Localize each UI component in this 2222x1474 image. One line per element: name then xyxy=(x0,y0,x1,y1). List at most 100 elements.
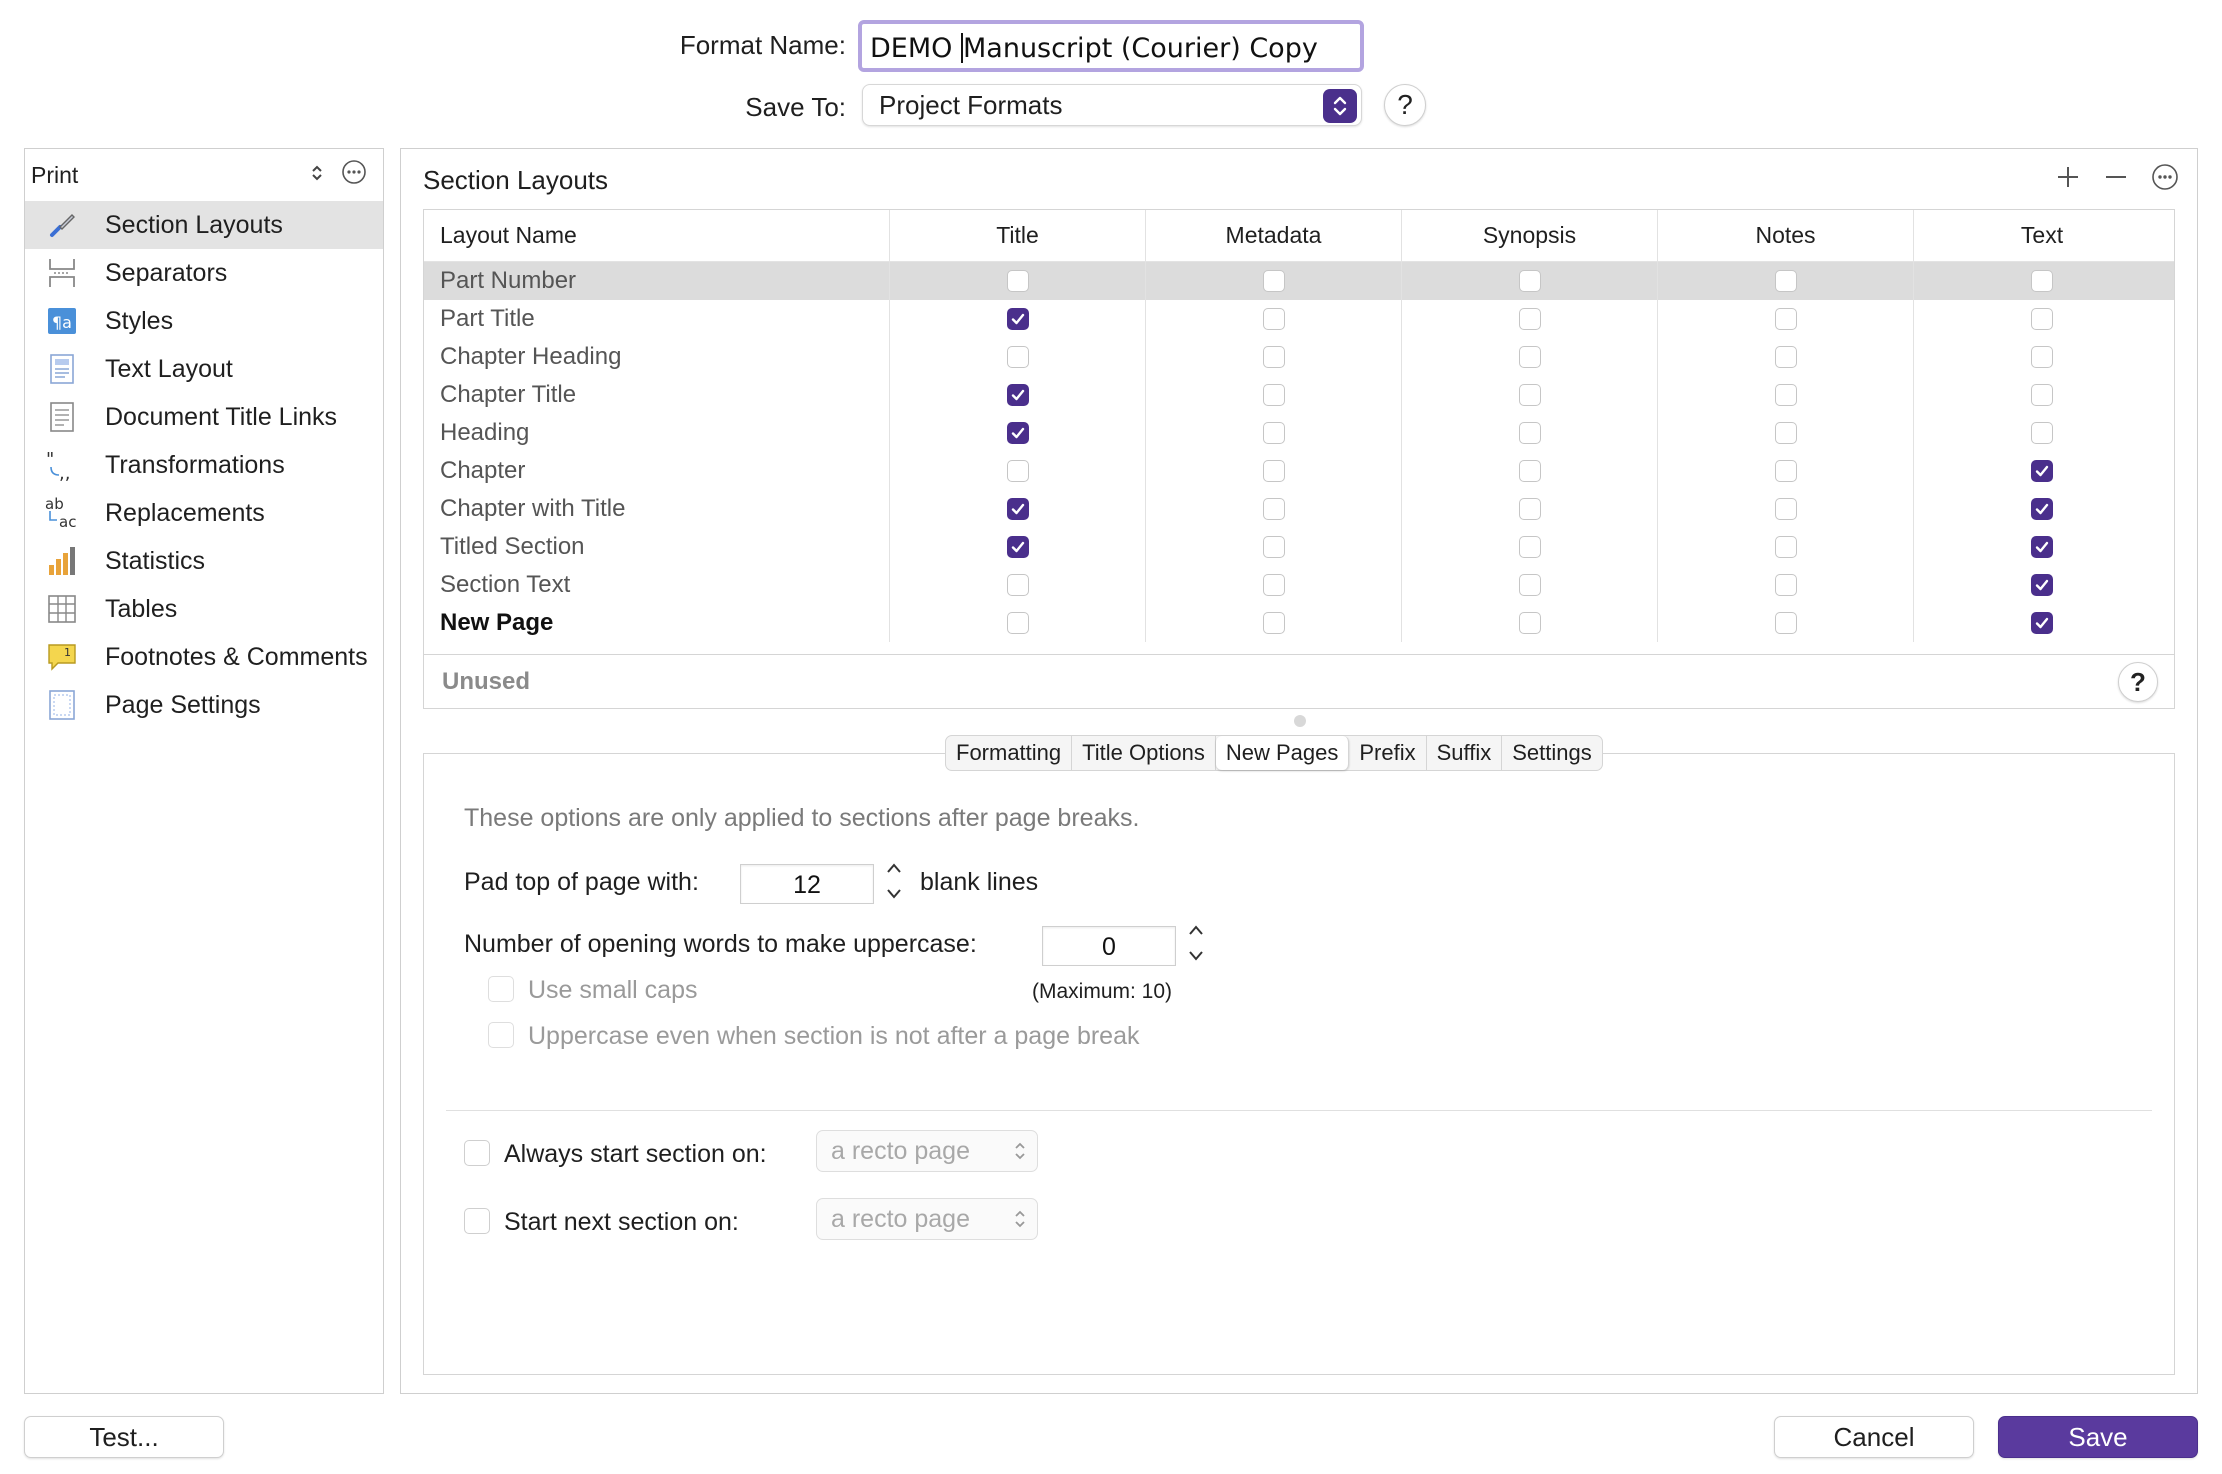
table-row[interactable]: Titled Section xyxy=(424,528,2174,566)
sidebar-item-page-settings[interactable]: Page Settings xyxy=(25,681,383,729)
uppercase-words-stepper[interactable] xyxy=(1186,920,1206,966)
title-checkbox[interactable] xyxy=(1007,422,1029,444)
metadata-checkbox[interactable] xyxy=(1263,384,1285,406)
start-next-checkbox[interactable] xyxy=(464,1208,490,1234)
metadata-checkbox[interactable] xyxy=(1263,536,1285,558)
tab-settings[interactable]: Settings xyxy=(1502,736,1602,770)
notes-checkbox[interactable] xyxy=(1775,422,1797,444)
add-icon[interactable] xyxy=(2055,164,2081,195)
notes-checkbox[interactable] xyxy=(1775,460,1797,482)
metadata-checkbox[interactable] xyxy=(1263,270,1285,292)
text-checkbox[interactable] xyxy=(2031,308,2053,330)
split-handle[interactable] xyxy=(1294,715,1306,727)
notes-checkbox[interactable] xyxy=(1775,270,1797,292)
tab-prefix[interactable]: Prefix xyxy=(1349,736,1426,770)
synopsis-checkbox[interactable] xyxy=(1519,422,1541,444)
title-checkbox[interactable] xyxy=(1007,346,1029,368)
format-name-input[interactable]: DEMO Manuscript (Courier) Copy xyxy=(858,20,1364,72)
start-next-select[interactable]: a recto page xyxy=(816,1198,1038,1240)
sidebar-item-transformations[interactable]: ",, Transformations xyxy=(25,441,383,489)
table-row[interactable]: Heading xyxy=(424,414,2174,452)
metadata-checkbox[interactable] xyxy=(1263,460,1285,482)
title-checkbox[interactable] xyxy=(1007,536,1029,558)
always-start-checkbox[interactable] xyxy=(464,1140,490,1166)
title-checkbox[interactable] xyxy=(1007,612,1029,634)
text-checkbox[interactable] xyxy=(2031,270,2053,292)
metadata-checkbox[interactable] xyxy=(1263,612,1285,634)
title-checkbox[interactable] xyxy=(1007,308,1029,330)
sidebar-item-separators[interactable]: Separators xyxy=(25,249,383,297)
tab-formatting[interactable]: Formatting xyxy=(946,736,1072,770)
column-header-text[interactable]: Text xyxy=(1914,210,2170,261)
notes-checkbox[interactable] xyxy=(1775,346,1797,368)
sidebar-item-text-layout[interactable]: Text Layout xyxy=(25,345,383,393)
tab-title-options[interactable]: Title Options xyxy=(1072,736,1216,770)
synopsis-checkbox[interactable] xyxy=(1519,270,1541,292)
sidebar-item-tables[interactable]: Tables xyxy=(25,585,383,633)
column-header-metadata[interactable]: Metadata xyxy=(1146,210,1402,261)
uppercase-words-input[interactable]: 0 xyxy=(1042,926,1176,966)
column-header-notes[interactable]: Notes xyxy=(1658,210,1914,261)
more-options-icon[interactable] xyxy=(341,159,367,191)
synopsis-checkbox[interactable] xyxy=(1519,384,1541,406)
text-checkbox[interactable] xyxy=(2031,536,2053,558)
column-header-layout-name[interactable]: Layout Name xyxy=(424,210,890,261)
notes-checkbox[interactable] xyxy=(1775,384,1797,406)
test-button[interactable]: Test... xyxy=(24,1416,224,1458)
notes-checkbox[interactable] xyxy=(1775,308,1797,330)
metadata-checkbox[interactable] xyxy=(1263,346,1285,368)
title-checkbox[interactable] xyxy=(1007,498,1029,520)
save-button[interactable]: Save xyxy=(1998,1416,2198,1458)
synopsis-checkbox[interactable] xyxy=(1519,308,1541,330)
help-button[interactable]: ? xyxy=(2118,662,2158,702)
help-button[interactable]: ? xyxy=(1384,84,1426,126)
text-checkbox[interactable] xyxy=(2031,574,2053,596)
column-header-synopsis[interactable]: Synopsis xyxy=(1402,210,1658,261)
tab-new-pages[interactable]: New Pages xyxy=(1216,736,1350,770)
text-checkbox[interactable] xyxy=(2031,384,2053,406)
table-row[interactable]: Chapter with Title xyxy=(424,490,2174,528)
metadata-checkbox[interactable] xyxy=(1263,308,1285,330)
synopsis-checkbox[interactable] xyxy=(1519,498,1541,520)
sidebar-item-section-layouts[interactable]: Section Layouts xyxy=(25,201,383,249)
remove-icon[interactable] xyxy=(2103,164,2129,195)
title-checkbox[interactable] xyxy=(1007,270,1029,292)
sidebar-item-replacements[interactable]: abac Replacements xyxy=(25,489,383,537)
chevron-up-icon[interactable] xyxy=(1186,920,1206,942)
sidebar-item-document-title-links[interactable]: Document Title Links xyxy=(25,393,383,441)
table-row[interactable]: Chapter xyxy=(424,452,2174,490)
chevron-down-icon[interactable] xyxy=(1186,944,1206,966)
column-header-title[interactable]: Title xyxy=(890,210,1146,261)
metadata-checkbox[interactable] xyxy=(1263,422,1285,444)
cancel-button[interactable]: Cancel xyxy=(1774,1416,1974,1458)
synopsis-checkbox[interactable] xyxy=(1519,346,1541,368)
metadata-checkbox[interactable] xyxy=(1263,498,1285,520)
uppercase-always-checkbox[interactable] xyxy=(488,1022,514,1048)
table-row[interactable]: Part Number xyxy=(424,262,2174,300)
text-checkbox[interactable] xyxy=(2031,612,2053,634)
notes-checkbox[interactable] xyxy=(1775,498,1797,520)
synopsis-checkbox[interactable] xyxy=(1519,460,1541,482)
notes-checkbox[interactable] xyxy=(1775,536,1797,558)
sidebar-item-styles[interactable]: ¶a Styles xyxy=(25,297,383,345)
more-options-icon[interactable] xyxy=(2151,163,2179,196)
tab-suffix[interactable]: Suffix xyxy=(1427,736,1503,770)
table-row[interactable]: Part Title xyxy=(424,300,2174,338)
synopsis-checkbox[interactable] xyxy=(1519,612,1541,634)
text-checkbox[interactable] xyxy=(2031,422,2053,444)
title-checkbox[interactable] xyxy=(1007,460,1029,482)
always-start-select[interactable]: a recto page xyxy=(816,1130,1038,1172)
chevron-down-icon[interactable] xyxy=(884,882,904,904)
unused-row[interactable]: Unused ? xyxy=(424,654,2174,708)
text-checkbox[interactable] xyxy=(2031,460,2053,482)
pad-top-stepper[interactable] xyxy=(884,858,904,904)
text-checkbox[interactable] xyxy=(2031,346,2053,368)
title-checkbox[interactable] xyxy=(1007,384,1029,406)
small-caps-checkbox[interactable] xyxy=(488,976,514,1002)
sidebar-item-footnotes-comments[interactable]: 1 Footnotes & Comments xyxy=(25,633,383,681)
table-row[interactable]: Chapter Title xyxy=(424,376,2174,414)
sidebar-item-statistics[interactable]: Statistics xyxy=(25,537,383,585)
notes-checkbox[interactable] xyxy=(1775,574,1797,596)
table-row[interactable]: Chapter Heading xyxy=(424,338,2174,376)
synopsis-checkbox[interactable] xyxy=(1519,536,1541,558)
